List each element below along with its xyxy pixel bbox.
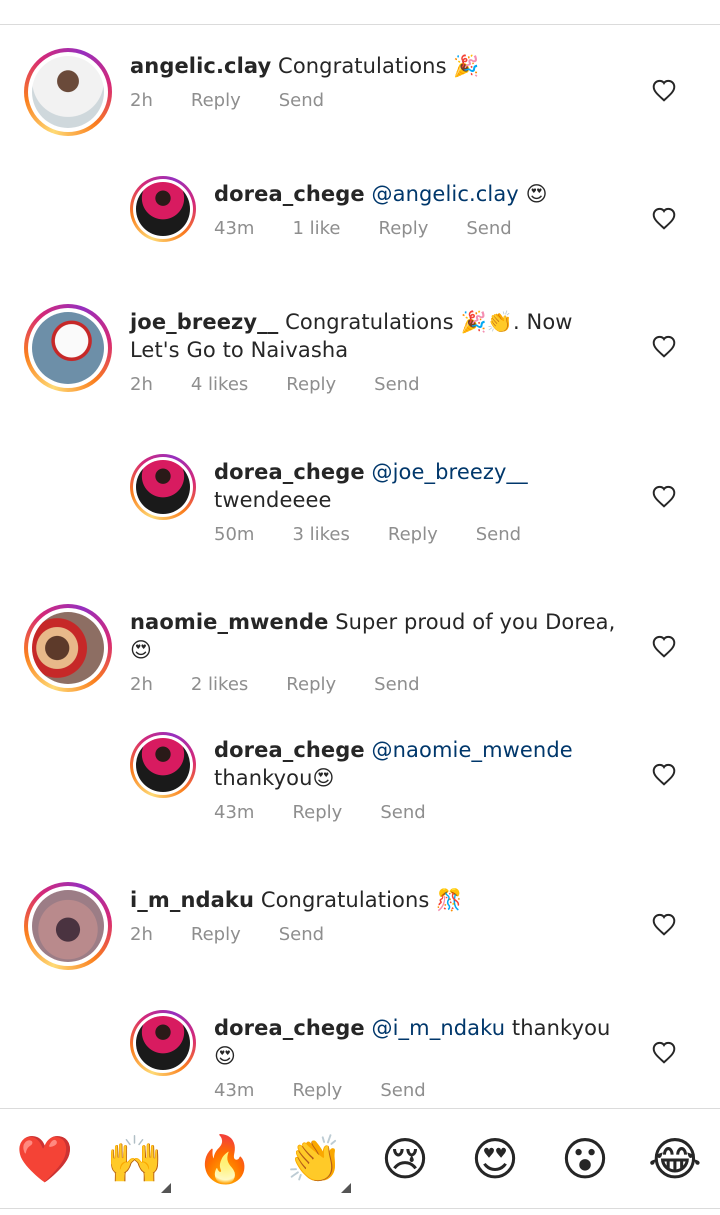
- comment-time: 43m: [214, 802, 255, 823]
- fire-emoji-button[interactable]: 🔥: [195, 1129, 255, 1189]
- comment-time: 2h: [130, 674, 153, 695]
- send-button[interactable]: Send: [374, 374, 419, 395]
- comment-text: Congratulations 🎊: [254, 888, 463, 912]
- crying-face-emoji-button[interactable]: 😢: [375, 1129, 435, 1189]
- reply-button[interactable]: Reply: [286, 674, 336, 695]
- comment-text: twendeeee: [214, 488, 332, 512]
- clapping-hands-emoji-button[interactable]: 👏: [285, 1129, 345, 1189]
- comment-time: 2h: [130, 90, 153, 111]
- reply-button[interactable]: Reply: [286, 374, 336, 395]
- send-button[interactable]: Send: [380, 802, 425, 823]
- send-button[interactable]: Send: [380, 1080, 425, 1101]
- comment-text: Congratulations 🎉: [271, 54, 480, 78]
- avatar[interactable]: [130, 176, 196, 242]
- comment-mention[interactable]: @i_m_ndaku: [365, 1016, 506, 1040]
- comment-time: 50m: [214, 524, 255, 545]
- reply-button[interactable]: Reply: [191, 924, 241, 945]
- comment-text: thankyou😍: [214, 766, 335, 790]
- send-button[interactable]: Send: [466, 218, 511, 239]
- avatar[interactable]: [24, 882, 112, 970]
- raised-hands-emoji-button[interactable]: 🙌: [105, 1129, 165, 1189]
- likes-count[interactable]: 4 likes: [191, 374, 248, 395]
- heart-outline-icon[interactable]: [651, 912, 677, 936]
- surprised-face-emoji-button[interactable]: 😮: [555, 1129, 615, 1189]
- reply-button[interactable]: Reply: [388, 524, 438, 545]
- comment-username[interactable]: naomie_mwende: [130, 610, 328, 634]
- avatar[interactable]: [130, 454, 196, 520]
- avatar[interactable]: [24, 304, 112, 392]
- avatar[interactable]: [130, 732, 196, 798]
- send-button[interactable]: Send: [374, 674, 419, 695]
- reaction-bar: ❤️ 🙌 🔥 👏 😢 😍 😮 😂: [0, 1108, 720, 1209]
- comment-time: 43m: [214, 218, 255, 239]
- skin-tone-indicator-icon: [161, 1183, 171, 1193]
- comment-username[interactable]: dorea_chege: [214, 738, 365, 762]
- comment-username[interactable]: angelic.clay: [130, 54, 271, 78]
- comment-mention[interactable]: @angelic.clay: [365, 182, 519, 206]
- heart-emoji-button[interactable]: ❤️: [15, 1129, 75, 1189]
- comment-username[interactable]: i_m_ndaku: [130, 888, 254, 912]
- likes-count[interactable]: 3 likes: [292, 524, 349, 545]
- comment-mention[interactable]: @joe_breezy__: [365, 460, 528, 484]
- heart-outline-icon[interactable]: [651, 1040, 677, 1064]
- comment-time: 43m: [214, 1080, 255, 1101]
- comment-text: 😍: [518, 182, 548, 206]
- send-button[interactable]: Send: [279, 90, 324, 111]
- comment-time: 2h: [130, 924, 153, 945]
- reply-button[interactable]: Reply: [292, 1080, 342, 1101]
- heart-eyes-emoji-button[interactable]: 😍: [465, 1129, 525, 1189]
- avatar[interactable]: [24, 604, 112, 692]
- likes-count[interactable]: 2 likes: [191, 674, 248, 695]
- comment-username[interactable]: joe_breezy__: [130, 310, 278, 334]
- bottom-divider: [0, 1208, 720, 1209]
- comment-username[interactable]: dorea_chege: [214, 182, 365, 206]
- heart-outline-icon[interactable]: [651, 206, 677, 230]
- heart-outline-icon[interactable]: [651, 334, 677, 358]
- comment-username[interactable]: dorea_chege: [214, 460, 365, 484]
- heart-outline-icon[interactable]: [651, 634, 677, 658]
- send-button[interactable]: Send: [279, 924, 324, 945]
- heart-outline-icon[interactable]: [651, 484, 677, 508]
- tears-of-joy-emoji-button[interactable]: 😂: [645, 1129, 705, 1189]
- avatar[interactable]: [130, 1010, 196, 1076]
- reply-button[interactable]: Reply: [191, 90, 241, 111]
- comment-username[interactable]: dorea_chege: [214, 1016, 365, 1040]
- comment-time: 2h: [130, 374, 153, 395]
- send-button[interactable]: Send: [476, 524, 521, 545]
- likes-count[interactable]: 1 like: [292, 218, 340, 239]
- avatar[interactable]: [24, 48, 112, 136]
- skin-tone-indicator-icon: [341, 1183, 351, 1193]
- heart-outline-icon[interactable]: [651, 78, 677, 102]
- comment-mention[interactable]: @naomie_mwende: [365, 738, 573, 762]
- reply-button[interactable]: Reply: [379, 218, 429, 239]
- top-divider: [0, 0, 720, 25]
- reply-button[interactable]: Reply: [292, 802, 342, 823]
- heart-outline-icon[interactable]: [651, 762, 677, 786]
